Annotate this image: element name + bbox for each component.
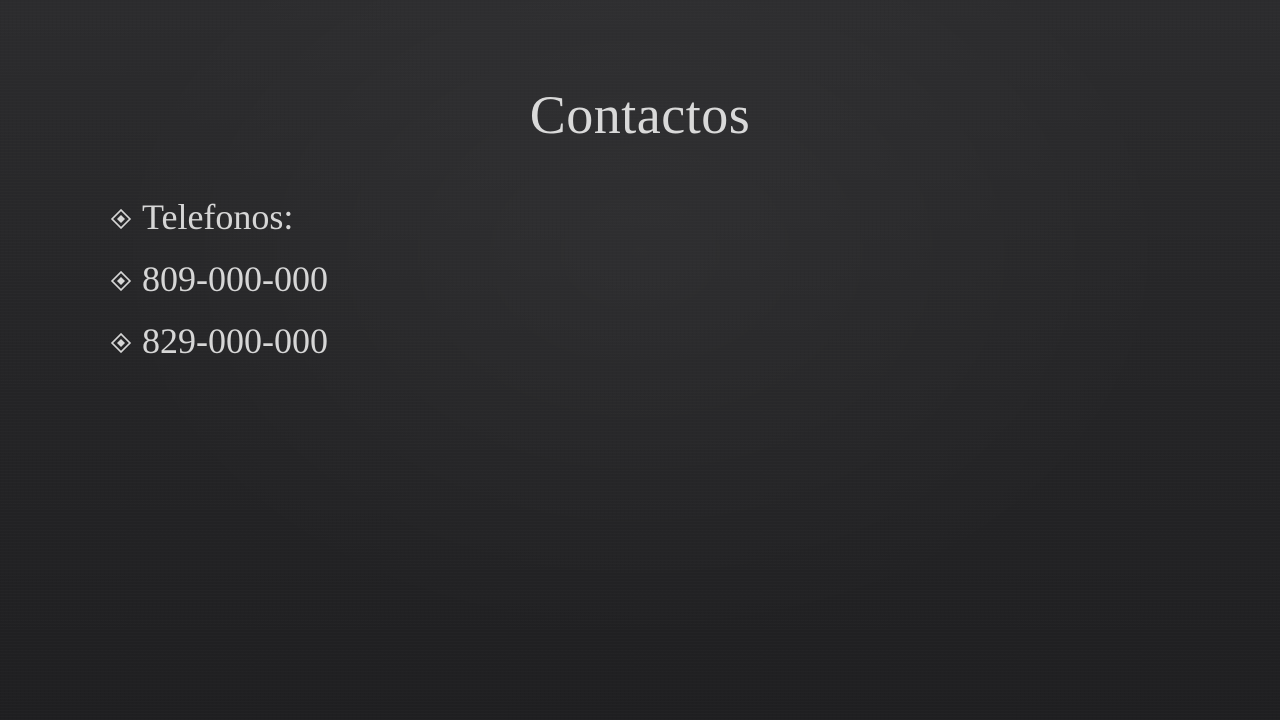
bullet-text: Telefonos:: [142, 197, 294, 237]
diamond-bullet-icon: [110, 208, 132, 230]
bullet-item-phone-1: 809-000-000: [110, 248, 328, 310]
bullet-text: 809-000-000: [142, 259, 328, 299]
bullet-item-phone-2: 829-000-000: [110, 310, 328, 372]
diamond-bullet-icon: [110, 332, 132, 354]
bullet-item-telefonos: Telefonos:: [110, 186, 328, 248]
bullet-list: Telefonos: 809-000-000 829-000-000: [110, 186, 328, 372]
slide: Contactos Telefonos: 809-000-000 829-000…: [0, 0, 1280, 720]
slide-title: Contactos: [529, 85, 751, 145]
diamond-bullet-icon: [110, 270, 132, 292]
bullet-text: 829-000-000: [142, 321, 328, 361]
